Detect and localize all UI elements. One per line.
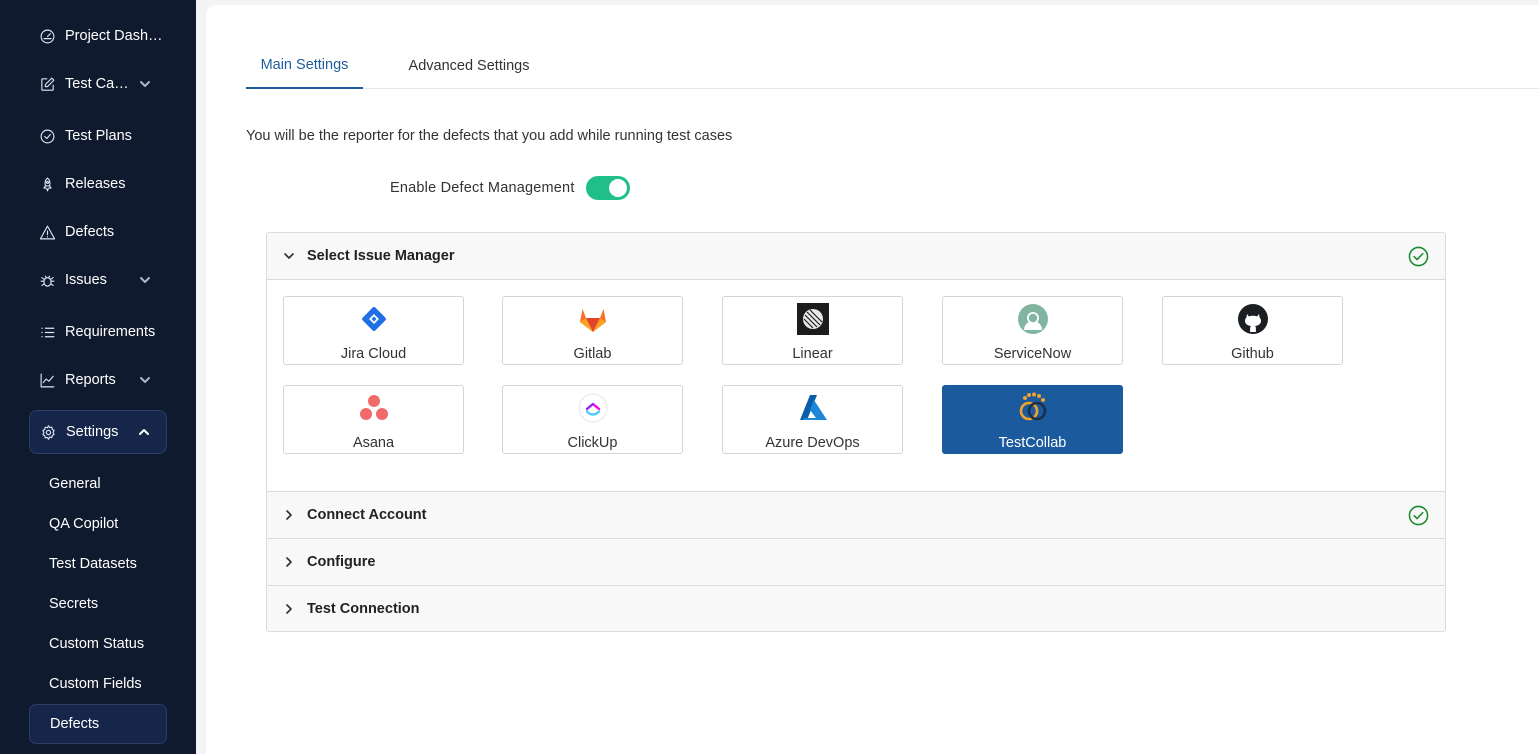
issue-manager-name: ClickUp [567,435,618,451]
issue-manager-grid: Jira Cloud Gitlab Linear ServiceNow Gith… [267,280,1445,491]
tab-main-settings[interactable]: Main Settings [246,43,363,89]
github-logo-icon [1236,302,1270,336]
chevron-right-icon [283,603,295,615]
accordion-header-select-issue-manager[interactable]: Select Issue Manager [267,233,1445,280]
issue-manager-name: Github [1231,346,1274,362]
issue-manager-name: Gitlab [573,346,612,362]
asana-logo-icon [357,391,391,425]
sidebar-item-label: Releases [65,176,126,192]
issue-manager-name: Azure DevOps [765,435,860,451]
settings-sub-secrets[interactable]: Secrets [29,584,167,624]
sidebar-item-label: Settings [66,424,119,440]
accordion-header-connect-account[interactable]: Connect Account [267,491,1445,538]
sidebar-item-settings[interactable]: Settings [29,410,167,454]
sidebar-item-label: Test Cases [65,76,129,92]
issue-manager-jira-cloud[interactable]: Jira Cloud [283,296,464,365]
chevron-right-icon [283,509,295,521]
sidebar-item-label: Project Dashboard [65,28,167,44]
azure-devops-logo-icon [796,391,830,425]
defect-management-toggle-row: Enable Defect Management [390,176,630,200]
issue-manager-github[interactable]: Github [1162,296,1343,365]
sidebar-item-releases[interactable]: Releases [29,162,167,206]
tab-advanced-settings[interactable]: Advanced Settings [396,43,542,89]
sidebar-item-issues[interactable]: Issues [29,258,167,302]
accordion-title: Select Issue Manager [307,248,455,264]
toggle-knob [608,179,627,197]
list-icon [38,323,56,341]
settings-sub-qa-copilot[interactable]: QA Copilot [29,504,167,544]
check-circle-icon [1408,246,1429,267]
sidebar-item-label: Defects [65,224,115,240]
issue-manager-name: ServiceNow [993,346,1072,362]
accordion-header-test-connection[interactable]: Test Connection [267,585,1445,631]
sidebar-item-requirements[interactable]: Requirements [29,310,167,354]
issue-manager-azure-devops[interactable]: Azure DevOps [722,385,903,454]
sidebar-item-project-dashboard[interactable]: Project Dashboard [29,14,167,58]
warning-triangle-icon [38,223,56,241]
issue-manager-clickup[interactable]: ClickUp [502,385,683,454]
settings-tabs: Main Settings Advanced Settings [246,43,1539,89]
issue-manager-name: Asana [352,435,395,451]
issue-manager-servicenow[interactable]: ServiceNow [942,296,1123,365]
sidebar-item-label: Issues [65,272,107,288]
issue-manager-name: TestCollab [998,435,1067,451]
issue-manager-linear[interactable]: Linear [722,296,903,365]
settings-sub-test-datasets[interactable]: Test Datasets [29,544,167,584]
issue-manager-asana[interactable]: Asana [283,385,464,454]
settings-sub-defects[interactable]: Defects [29,704,167,744]
sidebar-item-test-plans[interactable]: Test Plans [29,114,167,158]
sidebar-item-label: Reports [65,372,116,388]
sidebar: Project Dashboard Test Cases Test Plans … [0,0,196,754]
settings-sub-custom-status[interactable]: Custom Status [29,624,167,664]
sidebar-item-label: Test Plans [65,128,132,144]
accordion-title: Configure [307,554,376,570]
sidebar-item-reports[interactable]: Reports [29,358,167,402]
enable-defect-management-toggle[interactable] [585,176,630,200]
toggle-label: Enable Defect Management [390,180,575,196]
chevron-down-icon [283,250,295,262]
rocket-icon [38,175,56,193]
bug-icon [38,271,56,289]
sidebar-item-label: Requirements [65,324,156,340]
issue-manager-testcollab[interactable]: TestCollab [942,385,1123,454]
edit-square-icon [38,75,56,93]
dashboard-gauge-icon [38,27,56,45]
testcollab-logo-icon [1016,391,1050,425]
main-panel: Main Settings Advanced Settings You will… [206,5,1539,754]
accordion-header-configure[interactable]: Configure [267,538,1445,585]
chevron-down-icon[interactable] [139,374,151,386]
issue-manager-name: Linear [792,346,833,362]
chevron-right-icon [283,556,295,568]
linear-logo-icon [796,302,830,336]
sidebar-item-test-cases[interactable]: Test Cases [29,62,167,106]
issue-manager-name: Jira Cloud [340,346,407,362]
sidebar-item-defects[interactable]: Defects [29,210,167,254]
settings-sub-custom-fields[interactable]: Custom Fields [29,664,167,704]
settings-sub-general[interactable]: General [29,464,167,504]
check-circle-icon [1408,505,1429,526]
accordion-title: Connect Account [307,507,427,523]
chevron-up-icon[interactable] [138,426,150,438]
chevron-down-icon[interactable] [139,274,151,286]
gear-icon [39,423,57,441]
issue-manager-gitlab[interactable]: Gitlab [502,296,683,365]
line-chart-icon [38,371,56,389]
chevron-down-icon[interactable] [139,78,151,90]
accordion-title: Test Connection [307,601,420,617]
issue-manager-accordion: Select Issue Manager Jira Cloud Gitlab L… [266,232,1446,632]
check-circle-icon [38,127,56,145]
jira-logo-icon [357,302,391,336]
reporter-note: You will be the reporter for the defects… [246,128,733,144]
gitlab-logo-icon [576,302,610,336]
clickup-logo-icon [576,391,610,425]
servicenow-logo-icon [1016,302,1050,336]
